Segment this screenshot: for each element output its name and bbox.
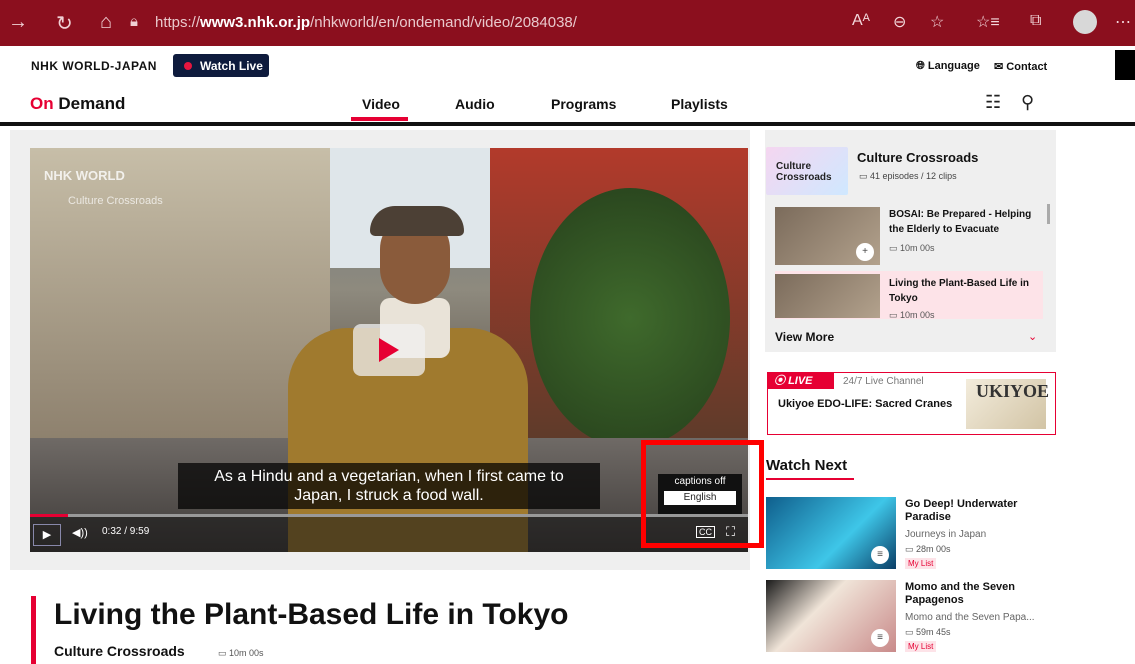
forward-icon[interactable]: → [8, 11, 28, 34]
watch-next-heading: Watch Next [766, 457, 848, 474]
favorites-icon[interactable]: ☆≡ [976, 12, 1000, 32]
my-list-tag[interactable]: My List [905, 558, 937, 569]
add-icon[interactable]: + [856, 243, 874, 261]
language-label: Language [927, 60, 980, 72]
volume-icon[interactable]: ◀)) [72, 526, 88, 539]
more-icon[interactable]: ⋯ [1115, 12, 1131, 32]
ondemand-header: On Demand Video Audio Programs Playlists… [0, 82, 1135, 126]
nav-audio[interactable]: Audio [455, 96, 495, 112]
language-link[interactable]: 🌐︎ Language [916, 60, 980, 73]
watch-next-duration: ▭ 59m 45s [905, 627, 951, 637]
site-top-bar: NHK WORLD-JAPAN Watch Live 🌐︎ Language ✉… [0, 52, 1135, 80]
episode-duration-text: 10m 00s [900, 310, 935, 320]
home-icon[interactable]: ⌂ [100, 11, 112, 34]
page-title: Living the Plant-Based Life in Tokyo [54, 598, 569, 631]
title-accent-bar [31, 596, 36, 664]
watch-next-duration: ▭ 28m 00s [905, 544, 951, 554]
logo-on: On [30, 94, 54, 113]
episode-duration: ▭ 10m 00s [889, 310, 935, 320]
series-meta-text: 41 episodes / 12 clips [870, 171, 957, 181]
live-thumbnail: UKIYOE [966, 379, 1050, 429]
episode-title[interactable]: BOSAI: Be Prepared - Helping the Elderly… [889, 207, 1039, 237]
mail-icon: ✉ [994, 61, 1007, 73]
live-program-title: Ukiyoe EDO-LIFE: Sacred Cranes [778, 398, 953, 410]
live-channel-label: 24/7 Live Channel [843, 376, 924, 387]
watch-next-duration-text: 28m 00s [916, 544, 951, 554]
watch-next-series: Momo and the Seven Papa... [905, 612, 1035, 623]
video-caption: As a Hindu and a vegetarian, when I firs… [178, 463, 600, 509]
episode-duration-text: 10m 00s [900, 243, 935, 253]
address-bar[interactable]: https://www3.nhk.or.jp/nhkworld/en/ondem… [155, 14, 577, 31]
live-dot-icon [184, 61, 192, 70]
profile-avatar[interactable] [1073, 10, 1097, 34]
ondemand-logo[interactable]: On Demand [30, 94, 125, 114]
watch-live-label: Watch Live [200, 58, 263, 73]
watch-next-title[interactable]: Go Deep! Underwater Paradise [905, 498, 1045, 524]
progress-fill [30, 514, 69, 517]
play-icon [379, 338, 399, 362]
live-badge: ⦿ LIVE [768, 373, 834, 389]
nav-video[interactable]: Video [362, 96, 400, 112]
live-channel-card[interactable]: ⦿ LIVE 24/7 Live Channel Ukiyoe EDO-LIFE… [767, 372, 1056, 435]
search-icon[interactable]: ⚲ [1021, 92, 1034, 113]
episode-duration: ▭ 10m 00s [218, 648, 264, 658]
series-title[interactable]: Culture Crossroads [857, 150, 978, 165]
nav-playlists[interactable]: Playlists [671, 96, 728, 112]
episode-duration: ▭ 10m 00s [889, 243, 935, 253]
my-list-badge-icon[interactable]: ≡ [871, 629, 889, 647]
live-thumb-text: UKIYOE [976, 381, 1050, 401]
watch-next-series: Journeys in Japan [905, 529, 987, 540]
contact-label: Contact [1006, 61, 1048, 73]
nhk-world-logo[interactable]: NHK WORLD-JAPAN [31, 59, 157, 73]
zoom-out-icon[interactable]: ⊖ [893, 12, 906, 32]
annotation-highlight-box [641, 440, 764, 548]
active-nav-indicator [351, 117, 408, 121]
lock-icon[interactable]: 🔒︎ [130, 13, 138, 30]
watch-live-button[interactable]: Watch Live [173, 54, 269, 77]
time-display: 0:32 / 9:59 [102, 526, 150, 537]
broadcast-icon: ⦿ [774, 375, 789, 387]
my-list-badge-icon[interactable]: ≡ [871, 546, 889, 564]
video-watermark-series: Culture Crossroads [68, 195, 163, 207]
caption-line-1: As a Hindu and a vegetarian, when I firs… [214, 468, 564, 485]
read-aloud-icon[interactable]: A͏ᴬ [852, 12, 870, 30]
watch-next-duration-text: 59m 45s [916, 627, 951, 637]
view-more-button[interactable]: View More [775, 330, 834, 344]
video-watermark: NHK WORLD [44, 168, 125, 183]
video-scene-building-left [30, 148, 330, 448]
my-list-tag[interactable]: My List [905, 641, 937, 652]
chevron-down-icon[interactable]: ⌄ [1028, 330, 1037, 343]
live-tag-text: LIVE [788, 375, 813, 387]
globe-icon: 🌐︎ [916, 60, 928, 72]
hamburger-menu-button[interactable] [1115, 50, 1135, 80]
watch-next-underline [766, 478, 854, 480]
reload-icon[interactable]: ↻ [56, 11, 73, 36]
episode-list-scrollbar[interactable] [1047, 204, 1050, 224]
episode-title[interactable]: Living the Plant-Based Life in Tokyo [889, 276, 1039, 306]
my-list-icon[interactable]: ☷ [985, 92, 1001, 113]
series-thumb-label: Culture Crossroads [776, 161, 832, 183]
play-button[interactable]: ▶ [33, 524, 61, 546]
contact-link[interactable]: ✉ Contact [994, 60, 1047, 73]
series-thumbnail[interactable]: Culture Crossroads [766, 147, 848, 195]
browser-toolbar: → ↻ ⌂ 🔒︎ https://www3.nhk.or.jp/nhkworld… [0, 0, 1135, 46]
video-presenter-cap [370, 206, 464, 236]
episode-duration-text: 10m 00s [229, 648, 264, 658]
series-meta: ▭ 41 episodes / 12 clips [859, 171, 957, 182]
caption-line-2: Japan, I struck a food wall. [294, 487, 484, 504]
episode-series-link[interactable]: Culture Crossroads [54, 643, 185, 659]
logo-demand: Demand [53, 94, 126, 113]
nav-programs[interactable]: Programs [551, 96, 616, 112]
episode-thumbnail[interactable] [775, 274, 880, 318]
play-overlay-button[interactable] [353, 324, 425, 376]
watch-next-title[interactable]: Momo and the Seven Papagenos [905, 581, 1045, 607]
favorite-add-icon[interactable]: ☆ [930, 12, 944, 32]
collections-icon[interactable]: ⧉ [1030, 12, 1041, 30]
episodes-icon: ▭ [859, 171, 871, 181]
video-scene-tree [530, 188, 730, 448]
